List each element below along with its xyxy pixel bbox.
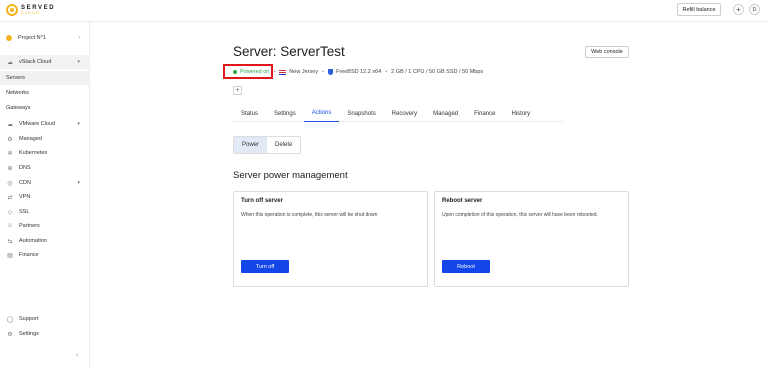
sidebar-item-gateways[interactable]: Gateways	[0, 101, 90, 115]
managed-icon: ⚙	[7, 136, 13, 143]
logo[interactable]: SERVED CLOUD	[6, 4, 55, 16]
kubernetes-icon: ✲	[7, 150, 13, 157]
vpn-icon: ⇄	[7, 194, 13, 201]
sidebar-item-vpn[interactable]: ⇄ VPN	[0, 190, 90, 204]
card-description: When this operation is complete, this se…	[241, 212, 378, 218]
automation-icon: ⇆	[7, 238, 13, 245]
finance-icon: ▤	[7, 252, 13, 259]
chevron-right-icon: ›	[78, 35, 80, 41]
server-os: FreeBSD 12.2 x64	[335, 69, 382, 75]
sidebar-item-partners[interactable]: ☺ Partners	[0, 219, 90, 233]
section-title: Server power management	[233, 170, 348, 181]
logo-tagline: CLOUD	[21, 10, 41, 15]
sidebar-item-managed[interactable]: ⚙ Managed	[0, 132, 90, 146]
cdn-icon: ◎	[7, 180, 13, 187]
sidebar-project-selector[interactable]: Project N°1 ›	[0, 31, 90, 45]
page-title: Server: ServerTest	[233, 44, 345, 59]
logo-name: SERVED	[21, 4, 56, 11]
tab-status[interactable]: Status	[233, 105, 266, 122]
action-segmented-control: Power Delete	[233, 136, 302, 154]
card-title: Reboot server	[442, 198, 483, 204]
status-dot-icon	[233, 70, 237, 74]
sidebar-item-cdn[interactable]: ◎ CDN ▾	[0, 176, 90, 190]
add-tag-button[interactable]: +	[233, 86, 242, 95]
us-flag-icon	[279, 69, 287, 75]
chevron-down-icon: ▾	[77, 59, 80, 65]
server-specs: 2 GB / 1 CPU / 50 GB SSD / 50 Mbps	[391, 69, 484, 75]
top-bar: SERVED CLOUD Refill balance + D	[0, 0, 768, 22]
power-segment-button[interactable]: Power	[234, 137, 268, 153]
sidebar-group-vstack[interactable]: ☁ vStack Cloud ▾	[0, 55, 90, 69]
server-location: New Jersey	[289, 69, 319, 75]
sidebar-item-support[interactable]: ◯ Support	[0, 312, 90, 326]
sidebar-item-ssl[interactable]: ◇ SSL	[0, 205, 90, 219]
sidebar: Project N°1 › ☁ vStack Cloud ▾ Servers N…	[0, 22, 90, 367]
turn-off-card: Turn off server When this operation is c…	[233, 191, 428, 287]
tab-snapshots[interactable]: Snapshots	[339, 105, 383, 122]
web-console-button[interactable]: Web console	[585, 46, 629, 58]
tab-actions[interactable]: Actions	[303, 105, 340, 122]
sidebar-item-vmware[interactable]: ☁ VMware Cloud ▾	[0, 117, 90, 131]
reboot-button[interactable]: Reboot	[442, 260, 490, 273]
chevron-down-icon: ▾	[77, 121, 80, 127]
tab-finance[interactable]: Finance	[466, 105, 503, 122]
cloud-icon: ☁	[7, 121, 13, 128]
ssl-icon: ◇	[7, 209, 13, 216]
tab-history[interactable]: History	[503, 105, 538, 122]
sidebar-item-finance[interactable]: ▤ Finance	[0, 248, 90, 262]
sidebar-item-kubernetes[interactable]: ✲ Kubernetes	[0, 146, 90, 160]
status-badge: Powered on	[233, 69, 269, 75]
tab-managed[interactable]: Managed	[425, 105, 466, 122]
partners-icon: ☺	[6, 223, 14, 229]
delete-segment-button[interactable]: Delete	[267, 137, 300, 153]
cloud-icon: ☁	[7, 59, 13, 66]
project-icon	[6, 35, 12, 41]
avatar[interactable]: D	[749, 4, 760, 15]
turn-off-button[interactable]: Turn off	[241, 260, 289, 273]
refill-balance-button[interactable]: Refill balance	[677, 3, 721, 16]
dns-icon: ⊕	[7, 165, 13, 172]
chevron-down-icon: ▾	[77, 180, 80, 186]
card-title: Turn off server	[241, 198, 283, 204]
card-description: Upon completion of this operation, this …	[442, 212, 598, 218]
support-icon: ◯	[6, 316, 14, 323]
sidebar-item-networks[interactable]: Networks	[0, 86, 90, 100]
tab-settings[interactable]: Settings	[266, 105, 304, 122]
gear-icon: ⚙	[7, 331, 13, 338]
sidebar-item-automation[interactable]: ⇆ Automation	[0, 234, 90, 248]
sidebar-item-dns[interactable]: ⊕ DNS	[0, 161, 90, 175]
tab-bar: Status Settings Actions Snapshots Recove…	[233, 105, 563, 122]
logo-icon	[6, 4, 18, 16]
sidebar-item-settings[interactable]: ⚙ Settings	[0, 327, 90, 341]
add-icon[interactable]: +	[733, 4, 744, 15]
tab-recovery[interactable]: Recovery	[384, 105, 425, 122]
server-status-row: Powered on • New Jersey • FreeBSD 12.2 x…	[233, 67, 483, 77]
sidebar-item-servers[interactable]: Servers	[0, 71, 90, 85]
collapse-sidebar-icon[interactable]: ‹	[76, 352, 78, 359]
os-icon	[327, 69, 333, 75]
reboot-card: Reboot server Upon completion of this op…	[434, 191, 629, 287]
